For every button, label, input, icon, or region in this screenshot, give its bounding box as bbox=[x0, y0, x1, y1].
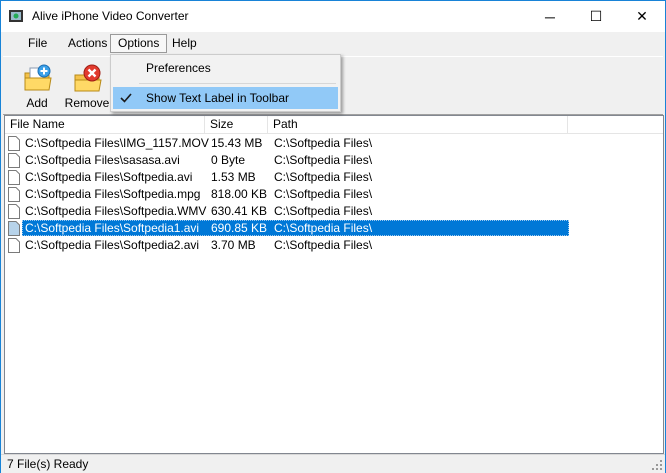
cell-path: C:\Softpedia Files\ bbox=[274, 187, 373, 201]
file-list-header: File Name Size Path bbox=[5, 116, 663, 134]
file-icon bbox=[8, 170, 20, 185]
table-row[interactable]: C:\Softpedia Files\sasasa.avi 0 Byte C:\So… bbox=[5, 152, 568, 169]
cell-file-name: C:\Softpedia Files\IMG_1157.MOV bbox=[25, 136, 209, 150]
status-bar: 7 File(s) Ready bbox=[1, 454, 665, 473]
menu-separator bbox=[139, 83, 336, 84]
minimize-icon: ─ bbox=[545, 8, 555, 25]
maximize-button[interactable]: ☐ bbox=[573, 1, 619, 32]
options-dropdown-menu: Preferences Show Text Label in Toolbar bbox=[110, 54, 341, 112]
cell-path: C:\Softpedia Files\ bbox=[274, 238, 373, 252]
table-row[interactable]: C:\Softpedia Files\Softpedia.mpg 818.00 K… bbox=[5, 186, 568, 203]
cell-size: 1.53 MB bbox=[211, 170, 256, 184]
menu-item-preferences[interactable]: Preferences bbox=[113, 57, 338, 79]
cell-file-name: C:\Softpedia Files\sasasa.avi bbox=[25, 153, 180, 167]
cell-path: C:\Softpedia Files\ bbox=[274, 136, 373, 150]
table-row[interactable]: C:\Softpedia Files\Softpedia2.avi 3.70 MB… bbox=[5, 237, 568, 254]
window-title: Alive iPhone Video Converter bbox=[32, 9, 189, 23]
remove-button[interactable]: Remove bbox=[63, 59, 111, 111]
column-header-size[interactable]: Size bbox=[205, 116, 268, 133]
file-list[interactable]: File Name Size Path C:\Softpedia Files\I… bbox=[4, 115, 664, 454]
title-bar[interactable]: Alive iPhone Video Converter ─ ☐ ✕ bbox=[1, 1, 665, 32]
cell-file-name: C:\Softpedia Files\Softpedia.avi bbox=[25, 170, 193, 184]
menu-options[interactable]: Options bbox=[110, 34, 168, 53]
cell-file-name: C:\Softpedia Files\Softpedia.mpg bbox=[25, 187, 201, 201]
file-icon bbox=[8, 221, 20, 236]
cell-size: 690.85 KB bbox=[211, 221, 268, 235]
column-header-file-name[interactable]: File Name bbox=[5, 116, 205, 133]
table-row[interactable]: C:\Softpedia Files\Softpedia.WMV 630.41 K… bbox=[5, 203, 568, 220]
table-row[interactable]: C:\Softpedia Files\IMG_1157.MOV 15.43 MB C… bbox=[5, 135, 568, 152]
minimize-button[interactable]: ─ bbox=[527, 1, 573, 32]
file-icon bbox=[8, 153, 20, 168]
add-file-icon bbox=[24, 64, 52, 91]
menu-file[interactable]: File bbox=[21, 35, 54, 52]
menu-item-preferences-label: Preferences bbox=[146, 61, 211, 75]
menu-item-show-text-label-text: Show Text Label in Toolbar bbox=[146, 91, 289, 105]
cell-file-name: C:\Softpedia Files\Softpedia1.avi bbox=[25, 221, 200, 235]
menu-item-show-text-label[interactable]: Show Text Label in Toolbar bbox=[113, 87, 338, 109]
menu-actions[interactable]: Actions bbox=[61, 35, 114, 52]
cell-size: 15.43 MB bbox=[211, 136, 263, 150]
add-button[interactable]: Add bbox=[13, 59, 61, 111]
close-button[interactable]: ✕ bbox=[619, 1, 665, 32]
table-row[interactable]: C:\Softpedia Files\Softpedia.avi 1.53 MB C… bbox=[5, 169, 568, 186]
menu-help[interactable]: Help bbox=[165, 35, 204, 52]
cell-file-name: C:\Softpedia Files\Softpedia2.avi bbox=[25, 238, 200, 252]
cell-size: 3.70 MB bbox=[211, 238, 256, 252]
checkmark-icon bbox=[120, 93, 132, 103]
table-row[interactable]: C:\Softpedia Files\Softpedia1.avi 690.85 … bbox=[5, 220, 569, 237]
cell-path: C:\Softpedia Files\ bbox=[274, 153, 373, 167]
app-icon[interactable] bbox=[8, 8, 24, 24]
status-text: 7 File(s) Ready bbox=[7, 457, 89, 471]
remove-button-label: Remove bbox=[64, 96, 110, 110]
resize-grip-icon[interactable] bbox=[652, 460, 663, 471]
column-header-path[interactable]: Path bbox=[268, 116, 568, 133]
file-icon bbox=[8, 204, 20, 219]
cell-size: 630.41 KB bbox=[211, 204, 268, 218]
add-button-label: Add bbox=[26, 96, 48, 110]
cell-size: 818.00 KB bbox=[211, 187, 268, 201]
menu-bar: File Actions Options Help bbox=[1, 32, 665, 54]
cell-file-name: C:\Softpedia Files\Softpedia.WMV bbox=[25, 204, 207, 218]
cell-path: C:\Softpedia Files\ bbox=[274, 170, 373, 184]
cell-size: 0 Byte bbox=[211, 153, 246, 167]
cell-path: C:\Softpedia Files\ bbox=[274, 204, 373, 218]
remove-file-icon bbox=[74, 64, 102, 92]
close-icon: ✕ bbox=[636, 8, 648, 24]
file-icon bbox=[8, 238, 20, 253]
file-icon bbox=[8, 187, 20, 202]
file-icon bbox=[8, 136, 20, 151]
maximize-icon: ☐ bbox=[589, 8, 603, 24]
cell-path: C:\Softpedia Files\ bbox=[274, 221, 373, 235]
